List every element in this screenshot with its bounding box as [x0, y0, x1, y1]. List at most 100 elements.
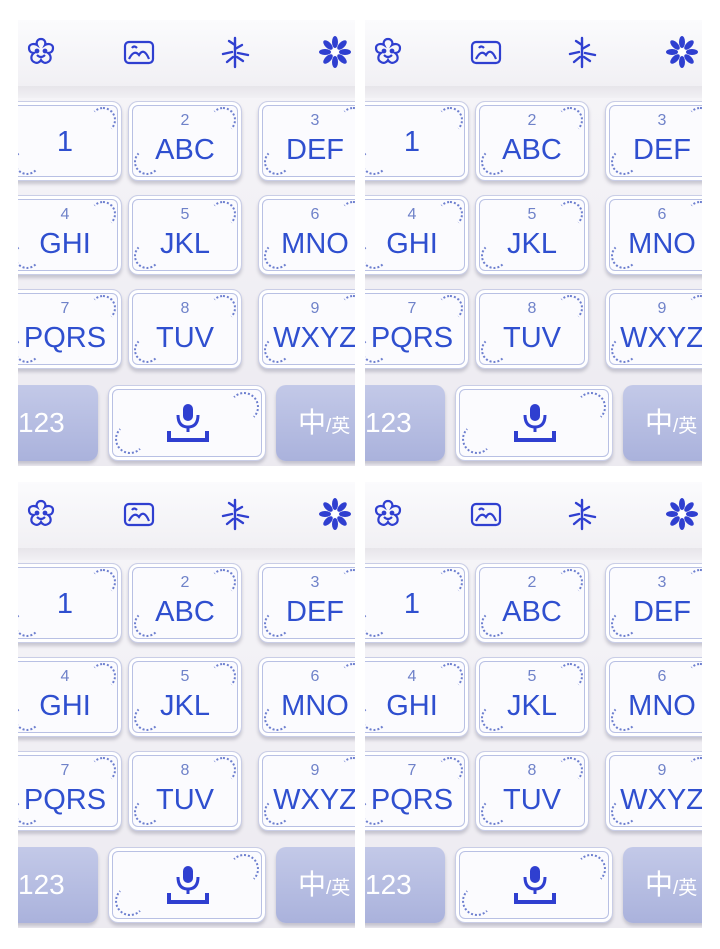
key-2-abc[interactable]: 2 ABC	[475, 563, 589, 643]
bamboo-icon[interactable]	[565, 497, 599, 531]
key-5-jkl[interactable]: 5 JKL	[128, 657, 242, 737]
key-number: 6	[310, 206, 320, 223]
key-1[interactable]: 1	[18, 563, 122, 643]
key-number: 2	[180, 574, 190, 591]
keyboard-toolbar	[365, 20, 702, 98]
flower-face-icon[interactable]	[24, 497, 58, 531]
numbers-key[interactable]: 123	[18, 847, 98, 923]
chrysanthemum-icon[interactable]	[318, 497, 352, 531]
key-2-abc[interactable]: 2 ABC	[128, 101, 242, 181]
voice-input-key[interactable]	[108, 847, 266, 923]
key-5-jkl[interactable]: 5 JKL	[128, 195, 242, 275]
key-6-mno[interactable]: 6 MNO	[605, 657, 702, 737]
chrysanthemum-icon[interactable]	[318, 35, 352, 69]
key-number: 7	[60, 762, 70, 779]
key-letters: TUV	[156, 784, 214, 816]
microphone-icon	[514, 866, 556, 904]
key-letters: PQRS	[23, 322, 107, 354]
flower-face-icon[interactable]	[371, 497, 405, 531]
key-4-ghi[interactable]: 4 GHI	[18, 657, 122, 737]
key-7-pqrs[interactable]: 7 PQRS	[18, 289, 122, 369]
keyboard-toolbar	[18, 482, 355, 560]
key-6-mno[interactable]: 6 MNO	[258, 657, 355, 737]
key-letters: 1	[56, 126, 74, 158]
chrysanthemum-icon[interactable]	[665, 35, 699, 69]
key-number: 4	[60, 668, 70, 685]
numbers-key-label: 123	[18, 407, 65, 438]
key-letters: GHI	[386, 690, 438, 722]
keyboard-panel: 1 2 ABC 3 DEF 4 GHI 5 JKL 6 MNO 7 PQRS 8…	[18, 20, 355, 466]
key-number: 3	[657, 112, 667, 129]
bamboo-icon[interactable]	[565, 35, 599, 69]
image-icon[interactable]	[122, 497, 156, 531]
image-icon[interactable]	[469, 497, 503, 531]
voice-input-key[interactable]	[455, 847, 613, 923]
key-1[interactable]: 1	[18, 101, 122, 181]
key-number: 2	[527, 574, 537, 591]
chinese-english-switch-key[interactable]: 中/英	[276, 847, 355, 923]
key-1[interactable]: 1	[365, 563, 469, 643]
key-letters: TUV	[156, 322, 214, 354]
key-8-tuv[interactable]: 8 TUV	[128, 751, 242, 831]
flower-face-icon[interactable]	[24, 35, 58, 69]
key-number: 9	[657, 300, 667, 317]
key-3-def[interactable]: 3 DEF	[258, 563, 355, 643]
keyboard-panel: 1 2 ABC 3 DEF 4 GHI 5 JKL 6 MNO 7 PQRS 8…	[365, 482, 702, 928]
voice-input-key[interactable]	[455, 385, 613, 461]
key-9-wxyz[interactable]: 9 WXYZ	[258, 289, 355, 369]
key-9-wxyz[interactable]: 9 WXYZ	[258, 751, 355, 831]
key-letters: WXYZ	[620, 322, 702, 354]
key-7-pqrs[interactable]: 7 PQRS	[18, 751, 122, 831]
voice-input-key[interactable]	[108, 385, 266, 461]
key-6-mno[interactable]: 6 MNO	[258, 195, 355, 275]
key-number: 3	[310, 112, 320, 129]
key-5-jkl[interactable]: 5 JKL	[475, 657, 589, 737]
chinese-english-switch-key[interactable]: 中/英	[623, 385, 702, 461]
key-3-def[interactable]: 3 DEF	[605, 563, 702, 643]
key-8-tuv[interactable]: 8 TUV	[128, 289, 242, 369]
key-letters: DEF	[633, 134, 691, 166]
image-icon[interactable]	[122, 35, 156, 69]
key-7-pqrs[interactable]: 7 PQRS	[365, 289, 469, 369]
key-letters: MNO	[628, 228, 696, 260]
image-icon[interactable]	[469, 35, 503, 69]
lang-secondary-label: /英	[673, 878, 698, 899]
key-7-pqrs[interactable]: 7 PQRS	[365, 751, 469, 831]
key-6-mno[interactable]: 6 MNO	[605, 195, 702, 275]
key-number: 8	[527, 300, 537, 317]
bamboo-icon[interactable]	[218, 35, 252, 69]
key-letters: 1	[403, 588, 421, 620]
key-letters: 1	[403, 126, 421, 158]
key-8-tuv[interactable]: 8 TUV	[475, 289, 589, 369]
key-number: 8	[180, 762, 190, 779]
key-number: 7	[407, 300, 417, 317]
key-5-jkl[interactable]: 5 JKL	[475, 195, 589, 275]
keyboard-toolbar	[18, 20, 355, 98]
key-3-def[interactable]: 3 DEF	[258, 101, 355, 181]
lang-secondary-label: /英	[326, 416, 351, 437]
key-9-wxyz[interactable]: 9 WXYZ	[605, 751, 702, 831]
key-9-wxyz[interactable]: 9 WXYZ	[605, 289, 702, 369]
key-3-def[interactable]: 3 DEF	[605, 101, 702, 181]
key-4-ghi[interactable]: 4 GHI	[365, 195, 469, 275]
numbers-key[interactable]: 123	[365, 847, 445, 923]
chinese-english-switch-key[interactable]: 中/英	[276, 385, 355, 461]
numbers-key[interactable]: 123	[365, 385, 445, 461]
flower-face-icon[interactable]	[371, 35, 405, 69]
chinese-english-switch-key[interactable]: 中/英	[623, 847, 702, 923]
key-4-ghi[interactable]: 4 GHI	[365, 657, 469, 737]
key-1[interactable]: 1	[365, 101, 469, 181]
key-4-ghi[interactable]: 4 GHI	[18, 195, 122, 275]
key-number: 2	[527, 112, 537, 129]
lang-main-label: 中	[298, 407, 327, 438]
key-letters: ABC	[155, 134, 215, 166]
key-2-abc[interactable]: 2 ABC	[128, 563, 242, 643]
key-2-abc[interactable]: 2 ABC	[475, 101, 589, 181]
chrysanthemum-icon[interactable]	[665, 497, 699, 531]
numbers-key[interactable]: 123	[18, 385, 98, 461]
key-8-tuv[interactable]: 8 TUV	[475, 751, 589, 831]
key-number: 4	[407, 668, 417, 685]
toolbar-divider	[365, 548, 702, 560]
bamboo-icon[interactable]	[218, 497, 252, 531]
key-letters: JKL	[507, 228, 557, 260]
